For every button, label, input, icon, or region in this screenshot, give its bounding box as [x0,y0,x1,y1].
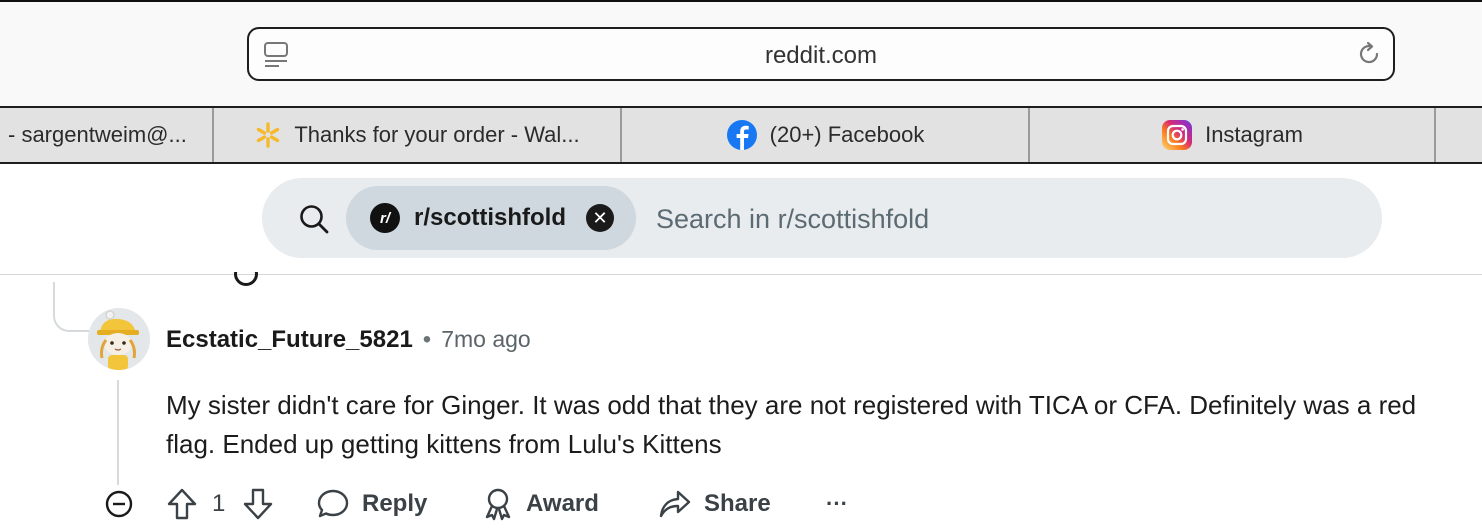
browser-toolbar: reddit.com [0,2,1482,106]
search-input[interactable] [654,198,1258,240]
subreddit-icon: r/ [370,203,400,233]
tab-label: Thanks for your order - Wal... [294,122,580,147]
award-icon [485,488,511,521]
comment-header: Ecstatic_Future_5821 • 7mo ago [166,326,531,354]
share-button[interactable]: Share [658,482,771,526]
comment-timestamp[interactable]: 7mo ago [441,326,531,353]
tab-instagram[interactable]: Instagram [1030,108,1436,162]
close-icon[interactable]: ✕ [586,204,615,232]
share-arrow-icon [659,490,691,518]
tab-label: Instagram [1205,122,1303,147]
subreddit-scope-chip[interactable]: r/ r/scottishfold ✕ [346,186,636,250]
meta-separator: • [422,326,432,353]
reply-bubble-icon [317,489,349,518]
reply-button[interactable]: Reply [316,482,427,526]
reddit-search-header: r/ r/scottishfold ✕ [0,164,1482,275]
share-label: Share [704,490,771,517]
comment-body: My sister didn't care for Ginger. It was… [166,390,1417,459]
reply-label: Reply [362,490,428,517]
downvote-button[interactable] [242,482,274,526]
comment-actions: 1 Reply Award Share ··· [100,482,900,526]
tab-walmart[interactable]: Thanks for your order - Wal... [214,108,622,162]
vote-count: 1 [212,490,226,517]
reload-icon[interactable] [1355,40,1383,73]
thread-connector-line [53,282,95,332]
avatar[interactable] [88,308,150,370]
upvote-button[interactable] [166,482,198,526]
facebook-icon [726,119,758,151]
search-bar[interactable]: r/ r/scottishfold ✕ [262,178,1382,258]
award-button[interactable]: Award [482,482,599,526]
chip-label: r/scottishfold [414,204,567,231]
address-bar[interactable]: reddit.com [247,27,1395,81]
tab-label: (20+) Facebook [769,122,925,147]
more-options-button[interactable]: ··· [826,482,848,526]
downvote-arrow-icon [243,488,273,520]
tab-label: - sargentweim@... [8,122,187,147]
tab-email[interactable]: - sargentweim@... [0,108,214,162]
search-icon[interactable] [298,203,330,240]
walmart-spark-icon [254,121,282,149]
tab-facebook[interactable]: (20+) Facebook [622,108,1030,162]
collapse-thread-button[interactable] [104,482,134,526]
instagram-icon [1161,119,1193,151]
comment-username[interactable]: Ecstatic_Future_5821 [166,326,413,354]
thread-line[interactable] [117,380,119,485]
tab-bar: - sargentweim@... Thanks for your order … [0,106,1482,164]
collapse-minus-icon [105,490,133,518]
award-label: Award [526,490,599,517]
address-url[interactable]: reddit.com [249,42,1393,70]
upvote-arrow-icon [167,488,197,520]
